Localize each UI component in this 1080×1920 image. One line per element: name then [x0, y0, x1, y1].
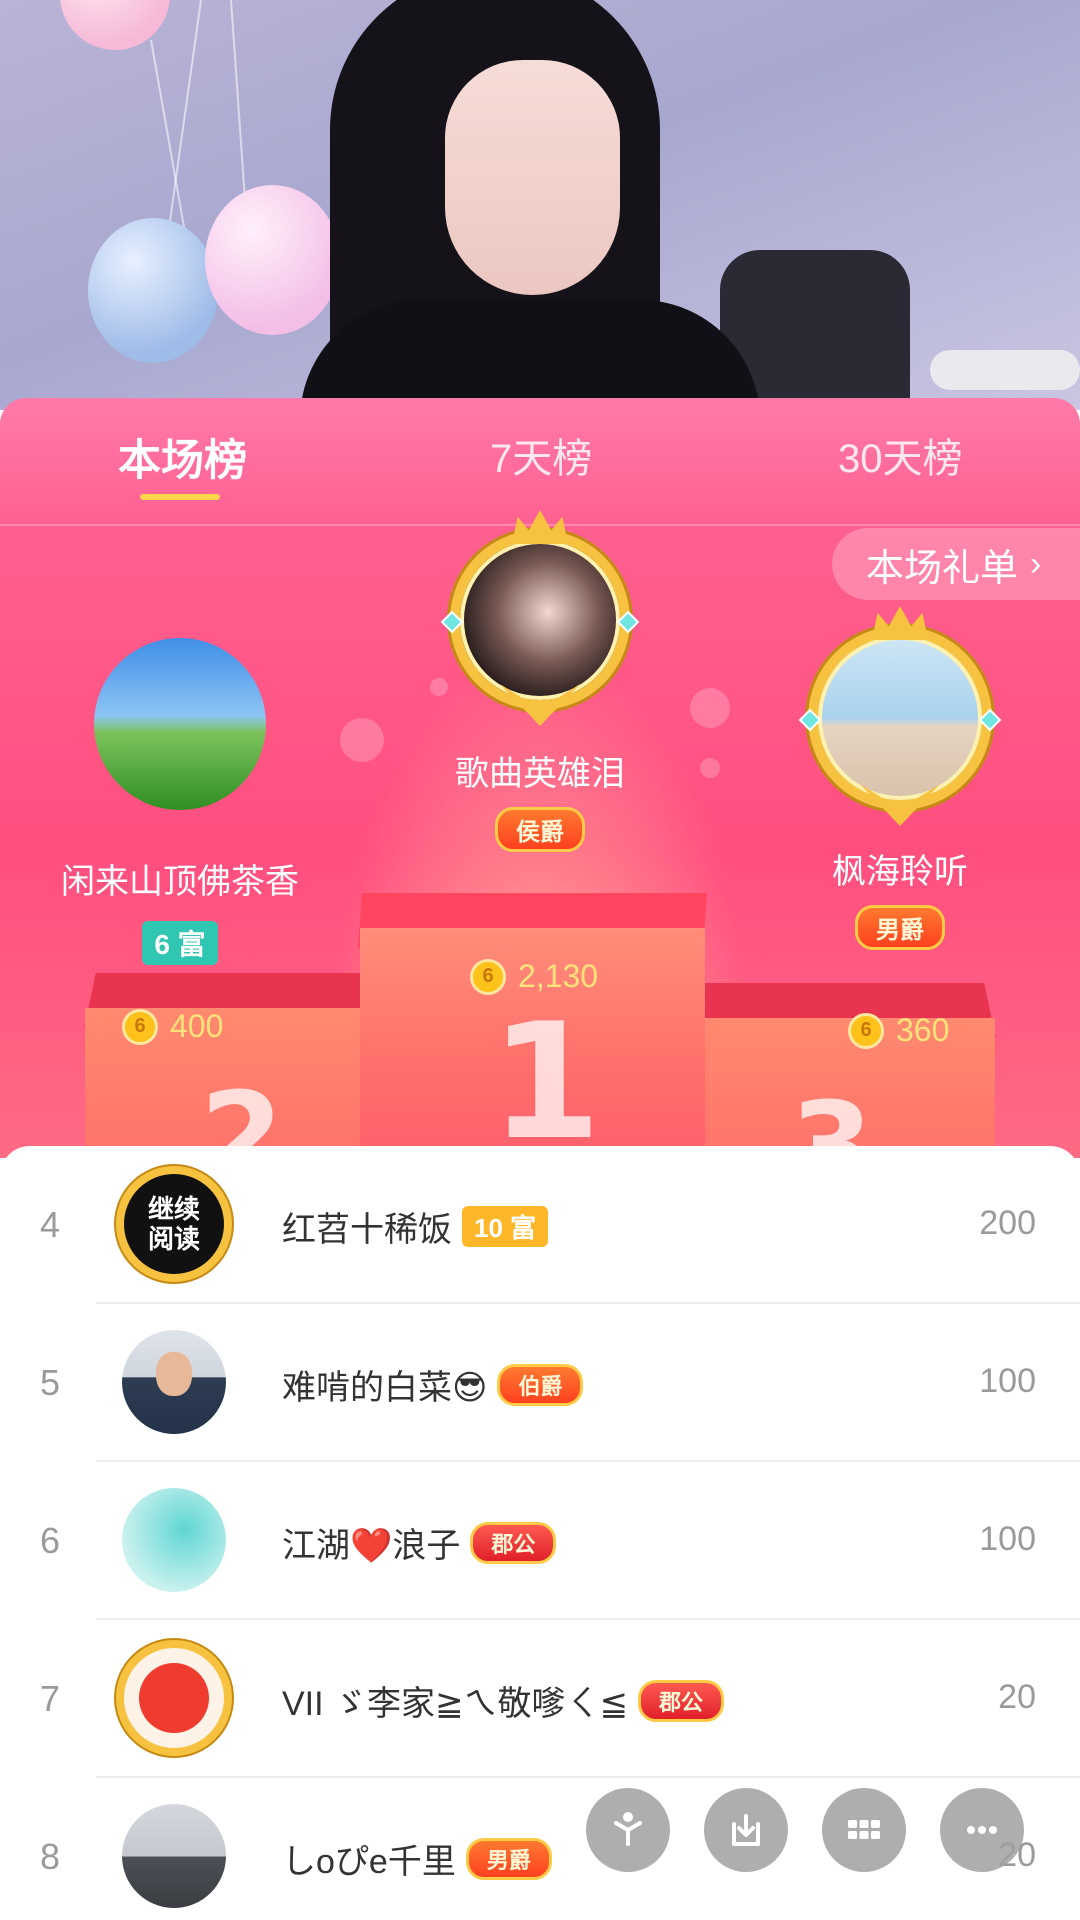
user-name-line: 江湖❤️浪子 郡公	[282, 1518, 557, 1567]
top3-coins-value: 360	[896, 1012, 950, 1048]
rank-number: 6	[40, 1520, 61, 1561]
user-name: 红苕十稀饭	[282, 1211, 452, 1249]
streamer-body	[300, 300, 760, 410]
user-name-line: しoぴe千里 男爵	[282, 1834, 552, 1883]
top2-coins: 6 400	[122, 1008, 223, 1045]
title-badge: 郡公	[470, 1521, 557, 1564]
balloon-string	[167, 0, 202, 228]
user-name-line: 红苕十稀饭 10 富	[282, 1202, 549, 1251]
balloon-decoration	[88, 218, 218, 363]
top3-title-badge: 男爵	[855, 905, 945, 950]
contribution-value: 100	[979, 1520, 1036, 1558]
user-name: しoぴe千里	[282, 1843, 456, 1881]
more-button[interactable]	[940, 1788, 1024, 1872]
top2-coins-value: 400	[170, 1008, 224, 1044]
tab-current-session[interactable]: 本场榜	[118, 426, 247, 488]
top2-rich-badge: 6 富	[142, 921, 218, 965]
grid-icon	[848, 1820, 880, 1839]
bokeh-dot	[340, 718, 384, 762]
title-badge: 郡公	[638, 1679, 725, 1722]
avatar-mascot	[139, 1663, 209, 1733]
podium-number-2: 2	[200, 1068, 284, 1158]
user-name: VII ゞ李家≧ㄟ敬嗲ㄑ≦	[282, 1685, 628, 1723]
contribution-value: 200	[979, 1204, 1036, 1242]
avatar-person	[156, 1352, 192, 1396]
download-icon	[732, 1814, 760, 1846]
gem-icon	[440, 610, 464, 634]
user-name: 江湖❤️浪子	[282, 1527, 461, 1565]
top1-coins: 6 2,130	[470, 958, 598, 995]
balloon-decoration	[205, 185, 340, 335]
top3-avatar[interactable]	[798, 606, 1002, 826]
list-item[interactable]: 6 江湖❤️浪子 郡公 100	[0, 1462, 1080, 1620]
bokeh-dot	[700, 758, 720, 778]
grid-button[interactable]	[822, 1788, 906, 1872]
ranking-tabs: 本场榜 7天榜 30天榜	[0, 398, 1080, 526]
crown-icon	[872, 606, 928, 640]
tab-7-days[interactable]: 7天榜	[490, 426, 592, 484]
balloon-decoration	[60, 0, 170, 50]
list-item[interactable]: 5 难啃的白菜😎 伯爵 100	[0, 1304, 1080, 1462]
user-name-line: 难啃的白菜😎 伯爵	[282, 1360, 584, 1409]
list-item[interactable]: 4 继续 阅读 红苕十稀饭 10 富 200	[0, 1146, 1080, 1304]
podium-number-1: 1	[490, 988, 602, 1158]
top3-coins: 6 360	[848, 1012, 949, 1049]
avatar[interactable]	[122, 1804, 226, 1908]
microphone-arm	[930, 350, 1080, 390]
gem-icon	[798, 708, 822, 732]
tab-30-days[interactable]: 30天榜	[838, 426, 963, 484]
gem-icon	[978, 708, 1002, 732]
coin-icon: 6	[470, 958, 506, 995]
title-badge: 伯爵	[497, 1363, 584, 1406]
streamer-face	[445, 60, 620, 295]
top1-title-badge: 侯爵	[495, 807, 585, 852]
level-badge: 10 富	[462, 1206, 549, 1247]
top1-name: 歌曲英雄泪	[455, 755, 625, 793]
list-item[interactable]: 8 しoぴe千里 男爵 20	[0, 1778, 1080, 1920]
avatar[interactable]	[116, 1640, 232, 1756]
download-button[interactable]	[704, 1788, 788, 1872]
gift-list-button[interactable]: 本场礼单 ›	[832, 528, 1080, 600]
rank-number: 8	[40, 1836, 61, 1877]
user-name: 难啃的白菜😎	[282, 1369, 488, 1407]
avatar-text: 阅读	[147, 1224, 200, 1254]
contribution-value: 20	[998, 1678, 1036, 1716]
top2-card[interactable]: 闲来山顶佛茶香 6 富	[40, 638, 320, 965]
coin-icon: 6	[122, 1008, 158, 1045]
share-icon	[614, 1812, 642, 1846]
list-item[interactable]: 7 VII ゞ李家≧ㄟ敬嗲ㄑ≦ 郡公 20	[0, 1620, 1080, 1778]
avatar[interactable]	[122, 1330, 226, 1434]
avatar-text: 继续	[147, 1194, 200, 1224]
top3-name: 枫海聆听	[832, 853, 968, 891]
ranking-panel: 本场榜 7天榜 30天榜 本场礼单 › 1 2 3 歌曲英雄泪 侯爵 6 2,1…	[0, 398, 1080, 1158]
gem-icon	[616, 610, 640, 634]
top3-card[interactable]: 枫海聆听 男爵	[770, 606, 1030, 950]
top2-avatar[interactable]	[94, 638, 266, 810]
coin-icon: 6	[848, 1012, 884, 1049]
rank-number: 5	[40, 1362, 61, 1403]
ranking-list[interactable]: 4 继续 阅读 红苕十稀饭 10 富 200 5 难啃的白菜😎 伯爵 100 6…	[0, 1146, 1080, 1920]
user-name-line: VII ゞ李家≧ㄟ敬嗲ㄑ≦ 郡公	[282, 1676, 725, 1725]
active-tab-indicator	[140, 494, 220, 500]
rank-number: 7	[40, 1678, 61, 1719]
rank-number: 4	[40, 1204, 61, 1245]
laurel-icon	[500, 684, 580, 726]
top2-name: 闲来山顶佛茶香	[61, 863, 299, 901]
laurel-icon	[860, 784, 940, 826]
avatar[interactable]: 继续 阅读	[116, 1166, 232, 1282]
chevron-right-icon: ›	[1030, 544, 1042, 583]
more-icon	[967, 1826, 997, 1834]
live-video-area[interactable]	[0, 0, 1080, 410]
top1-avatar[interactable]	[440, 510, 640, 726]
contribution-value: 100	[979, 1362, 1036, 1400]
top1-coins-value: 2,130	[518, 958, 599, 994]
gift-list-label: 本场礼单	[866, 547, 1019, 590]
avatar[interactable]	[122, 1488, 226, 1592]
share-button[interactable]	[586, 1788, 670, 1872]
title-badge: 男爵	[465, 1837, 552, 1880]
top1-card[interactable]: 歌曲英雄泪 侯爵	[380, 510, 700, 852]
